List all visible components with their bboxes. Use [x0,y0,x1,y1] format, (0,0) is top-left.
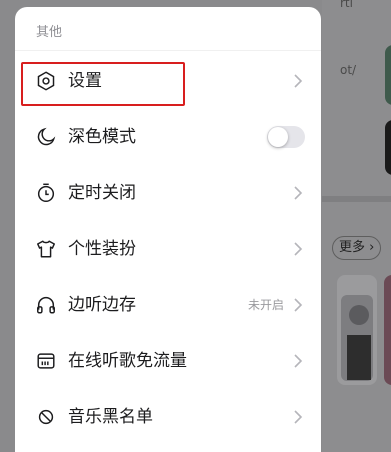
background-more-button: 更多 › [332,236,382,260]
settings-hexagon-icon [34,69,58,93]
headphones-icon [34,293,58,317]
section-title: 其他 [36,25,63,40]
timer-icon [34,181,58,205]
menu-item-label: 个性装扮 [68,239,136,259]
menu-item-theme[interactable]: 个性装扮 [15,221,321,277]
chevron-right-icon [294,410,303,424]
background-text: ot/ [340,63,357,77]
tshirt-icon [34,237,58,261]
background-text: rti [340,0,353,10]
status-text: 未开启 [247,298,284,312]
chevron-right-icon [294,298,303,312]
menu-item-free-data[interactable]: 在线听歌免流量 [15,333,321,389]
moon-icon [34,125,58,149]
menu-item-settings[interactable]: 设置 [15,53,321,109]
drawer-panel: 其他 设置 深色模式 定时关闭 个性装扮 边听边存 未开启 在线听歌免流量 音乐… [15,7,321,452]
block-icon [34,405,58,429]
section-divider [15,50,321,51]
menu-item-cache-while-listening[interactable]: 边听边存 未开启 [15,277,321,333]
background-thumbnail [384,275,391,385]
background-thumbnail [385,120,391,175]
chevron-right-icon [294,74,303,88]
chevron-right-icon [294,354,303,368]
chevron-right-icon [294,186,303,200]
background-thumbnail [385,45,391,105]
dark-mode-toggle[interactable] [267,126,305,148]
menu-item-label: 边听边存 [68,295,136,315]
menu-item-music-blacklist[interactable]: 音乐黑名单 [15,389,321,445]
background-divider [322,196,391,202]
menu-item-label: 设置 [68,71,102,91]
menu-item-dark-mode[interactable]: 深色模式 [15,109,321,165]
menu-item-label: 定时关闭 [68,183,136,203]
chevron-right-icon [294,242,303,256]
sim-card-icon [34,349,58,373]
menu-item-label: 在线听歌免流量 [68,351,187,371]
menu-item-sleep-timer[interactable]: 定时关闭 [15,165,321,221]
menu-item-label: 深色模式 [68,127,136,147]
menu-item-label: 音乐黑名单 [68,407,153,427]
background-thumbnail [337,275,377,385]
toggle-knob [268,127,288,147]
